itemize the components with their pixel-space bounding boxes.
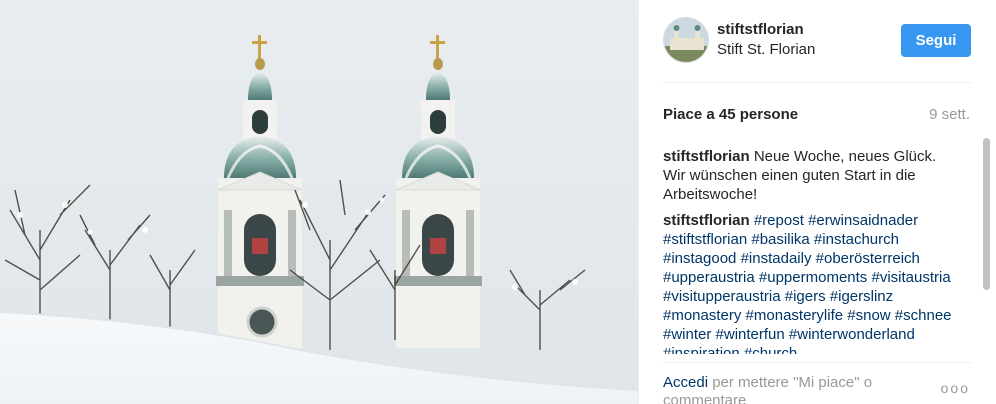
location-link[interactable]: Stift St. Florian	[717, 41, 815, 58]
hashtag-link[interactable]: #monasterylife	[746, 307, 844, 324]
post-photo[interactable]	[0, 0, 638, 404]
church-towers-image	[0, 0, 638, 404]
avatar-image	[664, 18, 708, 62]
login-prompt: Accedi per mettere "Mi piace" o commenta…	[663, 374, 923, 404]
username-link[interactable]: stiftstflorian	[717, 21, 804, 38]
divider	[663, 362, 971, 363]
hashtag-link[interactable]: #stiftstflorian	[663, 231, 747, 248]
hashtag-link[interactable]: #igerslinz	[830, 288, 893, 305]
hashtag-link[interactable]: #instagood	[663, 250, 736, 267]
hashtag-link[interactable]: #winter	[663, 326, 711, 343]
hashtag-link[interactable]: #uppermoments	[759, 269, 867, 286]
follow-button[interactable]: Segui	[901, 24, 971, 57]
hashtag-link[interactable]: #winterfun	[716, 326, 785, 343]
comment-author-link[interactable]: stiftstflorian	[663, 212, 750, 229]
post-header: stiftstflorian Stift St. Florian Segui	[663, 17, 971, 65]
hashtag-link[interactable]: #church	[744, 345, 797, 354]
comments-list: stiftstflorian Neue Woche, neues Glück. …	[663, 147, 953, 354]
comments-scrollbar[interactable]	[983, 138, 990, 360]
hashtag-link[interactable]: #inspiration	[663, 345, 740, 354]
post-details-panel: stiftstflorian Stift St. Florian Segui P…	[638, 0, 996, 404]
ellipsis-icon[interactable]: ooo	[941, 380, 970, 396]
hashtag-link[interactable]: #erwinsaidnader	[808, 212, 918, 229]
hashtag-link[interactable]: #monastery	[663, 307, 741, 324]
hashtag-comment: stiftstflorian #repost #erwinsaidnader #…	[663, 211, 953, 354]
hashtag-link[interactable]: #upperaustria	[663, 269, 755, 286]
post-age[interactable]: 9 sett.	[929, 106, 970, 123]
hashtag-link[interactable]: #visitaustria	[871, 269, 950, 286]
hashtag-link[interactable]: #winterwonderland	[789, 326, 915, 343]
hashtag-link[interactable]: #schnee	[895, 307, 952, 324]
hashtag-link[interactable]: #instachurch	[814, 231, 899, 248]
scrollbar-thumb[interactable]	[983, 138, 990, 290]
hashtag-link[interactable]: #oberösterreich	[816, 250, 920, 267]
hashtag-link[interactable]: #basilika	[751, 231, 809, 248]
hashtag-link[interactable]: #snow	[847, 307, 890, 324]
avatar[interactable]	[663, 17, 709, 63]
comment-author-link[interactable]: stiftstflorian	[663, 148, 750, 165]
hashtag-link[interactable]: #repost	[754, 212, 804, 229]
login-link[interactable]: Accedi	[663, 374, 708, 391]
caption-comment: stiftstflorian Neue Woche, neues Glück. …	[663, 147, 953, 204]
likes-count[interactable]: Piace a 45 persone	[663, 106, 798, 123]
hashtag-link[interactable]: #igers	[785, 288, 826, 305]
hashtag-link[interactable]: #visitupperaustria	[663, 288, 781, 305]
divider	[663, 82, 971, 83]
hashtag-link[interactable]: #instadaily	[741, 250, 812, 267]
